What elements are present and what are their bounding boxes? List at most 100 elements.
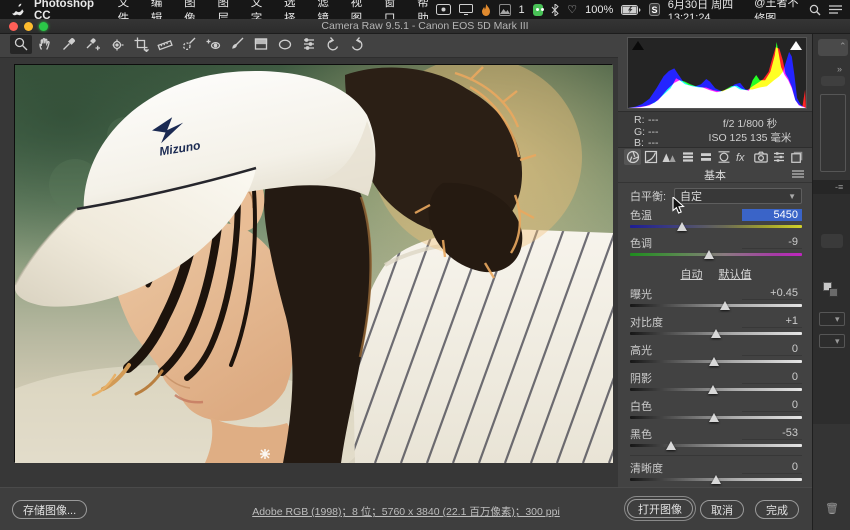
slider-value-field[interactable]: 0 <box>742 371 802 384</box>
window-title-bar[interactable]: Camera Raw 9.5.1 - Canon EOS 5D Mark III <box>0 19 850 34</box>
slider-track[interactable] <box>630 385 802 395</box>
panel-menu-icon[interactable] <box>792 169 804 182</box>
input-method-icon[interactable]: S <box>649 3 659 16</box>
slider-thumb[interactable] <box>677 222 687 231</box>
color-sampler-tool-icon[interactable] <box>82 35 104 54</box>
slider-track[interactable] <box>630 413 802 423</box>
done-button[interactable]: 完成 <box>755 500 799 519</box>
slider-thumb[interactable] <box>711 475 721 484</box>
slider-track[interactable] <box>630 475 802 485</box>
spotlight-search-icon[interactable] <box>809 3 821 17</box>
tab-camera-calibration[interactable] <box>752 149 769 165</box>
slider-track[interactable] <box>630 301 802 311</box>
tab-effects[interactable]: fx <box>734 149 751 165</box>
aperture-shutter: f/2 1/800 秒 <box>694 117 806 131</box>
hand-tool-icon[interactable] <box>34 35 56 54</box>
apple-menu-icon[interactable] <box>12 3 24 16</box>
graduated-filter-tool-icon[interactable] <box>250 35 272 54</box>
slider-thumb[interactable] <box>711 329 721 338</box>
slider-value-field[interactable]: 0 <box>742 343 802 356</box>
slider-label: 清晰度 <box>630 460 663 476</box>
preferences-tool-icon[interactable] <box>298 35 320 54</box>
slider-value-field[interactable]: -9 <box>742 236 802 249</box>
histogram[interactable] <box>627 37 807 109</box>
default-link[interactable]: 默认值 <box>719 266 752 282</box>
tab-detail[interactable] <box>661 149 678 165</box>
workflow-options-link[interactable]: Adobe RGB (1998)；8 位；5760 x 3840 (22.1 百… <box>106 504 706 519</box>
slider-row: 色调-9 <box>630 236 802 260</box>
panel-title: 基本 <box>618 167 812 183</box>
cancel-button[interactable]: 取消 <box>700 500 744 519</box>
slider-value-field[interactable]: -53 <box>742 427 802 440</box>
white-balance-row: 白平衡: 自定 ▼ <box>630 186 802 206</box>
adjustment-brush-tool-icon[interactable] <box>226 35 248 54</box>
tab-presets[interactable] <box>770 149 787 165</box>
tab-basic[interactable] <box>624 149 641 165</box>
heart-icon[interactable]: ♡ <box>567 3 577 17</box>
slider-value-field[interactable]: 0 <box>742 399 802 412</box>
straighten-tool-icon[interactable] <box>154 35 176 54</box>
highlight-clipping-warning-icon[interactable] <box>790 41 802 50</box>
rgb-readout: R:--- G:--- B:--- <box>634 115 662 150</box>
white-balance-tool-icon[interactable] <box>58 35 80 54</box>
open-image-button[interactable]: 打开图像 <box>627 499 693 518</box>
slider-thumb[interactable] <box>704 250 714 259</box>
photos-app-icon[interactable] <box>499 3 511 17</box>
shadow-clipping-warning-icon[interactable] <box>632 41 644 50</box>
notification-center-icon[interactable] <box>829 3 842 17</box>
wechat-icon[interactable] <box>533 4 544 16</box>
slider-thumb[interactable] <box>709 413 719 422</box>
ps-collapse-icon: » <box>837 64 842 74</box>
slider-track[interactable] <box>630 329 802 339</box>
slider-thumb[interactable] <box>709 357 719 366</box>
window-title: Camera Raw 9.5.1 - Canon EOS 5D Mark III <box>0 20 850 32</box>
divider <box>630 455 802 456</box>
ps-select-2-chevron: ▾ <box>835 336 840 347</box>
chevron-down-icon: ▼ <box>788 192 796 201</box>
screen-record-icon[interactable] <box>436 3 451 17</box>
rotate-right-tool-icon[interactable] <box>346 35 368 54</box>
slider-row: 黑色-53 <box>630 427 802 451</box>
slider-value-field[interactable]: +0.45 <box>742 287 802 300</box>
slider-thumb[interactable] <box>720 301 730 310</box>
slider-thumb[interactable] <box>708 385 718 394</box>
slider-value-field[interactable]: 0 <box>742 461 802 474</box>
mouse-cursor <box>672 197 685 220</box>
photo-preview[interactable]: Mizuno <box>14 64 612 462</box>
tab-split-toning[interactable] <box>697 149 714 165</box>
rotate-left-tool-icon[interactable] <box>322 35 344 54</box>
auto-link[interactable]: 自动 <box>681 266 703 282</box>
slider-track[interactable] <box>630 441 802 451</box>
ps-tool-row <box>821 234 843 248</box>
white-balance-label: 白平衡: <box>630 188 674 204</box>
bluetooth-icon[interactable] <box>551 3 559 17</box>
slider-row: 白色0 <box>630 399 802 423</box>
white-balance-select[interactable]: 自定 ▼ <box>674 188 802 204</box>
battery-icon[interactable] <box>621 3 641 17</box>
slider-thumb[interactable] <box>666 441 676 450</box>
tab-lens-corrections[interactable] <box>715 149 732 165</box>
svg-text:fx: fx <box>736 152 745 164</box>
slider-track[interactable] <box>630 222 802 232</box>
targeted-adjustment-tool-icon[interactable] <box>106 35 128 54</box>
flame-app-icon[interactable] <box>481 3 491 17</box>
save-image-button[interactable]: 存储图像... <box>12 500 87 519</box>
zoom-tool-icon[interactable] <box>10 35 32 54</box>
crop-tool-icon[interactable] <box>130 35 152 54</box>
radial-filter-tool-icon[interactable] <box>274 35 296 54</box>
slider-value-field[interactable]: +1 <box>742 315 802 328</box>
display-icon[interactable] <box>459 3 473 17</box>
slider-row: 高光0 <box>630 343 802 367</box>
tab-snapshots[interactable] <box>789 149 806 165</box>
slider-track[interactable] <box>630 357 802 367</box>
tab-tone-curve[interactable] <box>642 149 659 165</box>
slider-track[interactable] <box>630 250 802 260</box>
slider-label: 阴影 <box>630 370 652 386</box>
red-eye-tool-icon[interactable] <box>202 35 224 54</box>
panel-tabs: fx <box>624 149 806 166</box>
ps-trash-icon: 🗑 <box>825 502 839 515</box>
slider-value-field[interactable]: 5450 <box>742 209 802 221</box>
basic-panel-body: 白平衡: 自定 ▼ 色温5450色调-9 自动 默认值 曝光+0.45对比度+1… <box>630 186 802 530</box>
spot-removal-tool-icon[interactable] <box>178 35 200 54</box>
tab-hsl-grayscale[interactable] <box>679 149 696 165</box>
